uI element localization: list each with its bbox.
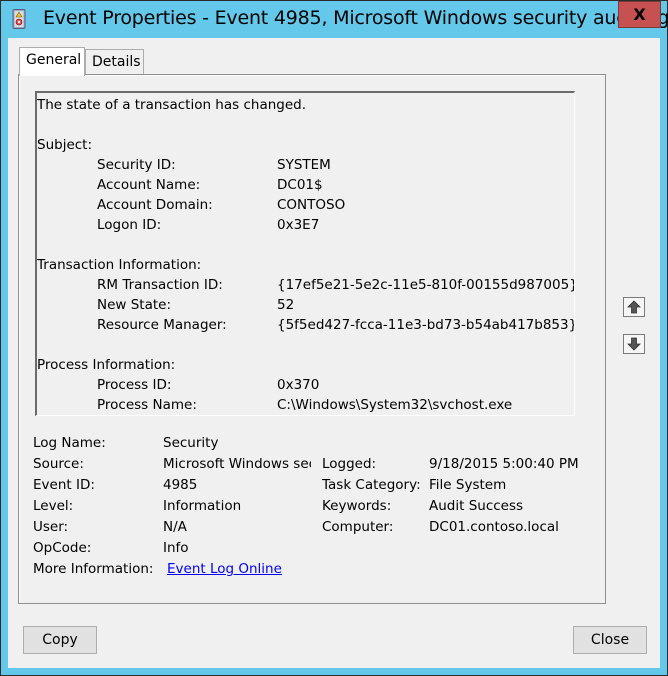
prop-value: 4985 [163, 477, 198, 493]
event-properties-left: Log Name: Security Source: Microsoft Windo… [33, 433, 333, 583]
prop-label: Log Name: [33, 435, 106, 451]
title-bar[interactable]: Event Properties - Event 4985, Microsoft… [1, 1, 668, 37]
prop-value: DC01.contoso.local [429, 519, 559, 535]
event-log-online-link[interactable]: Event Log Online [167, 559, 282, 580]
heading-text: Transaction Information: [37, 257, 202, 273]
close-label: Close [590, 632, 630, 648]
prop-label: Task Category: [322, 477, 421, 493]
prop-value: File System [429, 477, 507, 493]
previous-event-button[interactable] [623, 297, 645, 317]
field-value: DC01$ [277, 177, 323, 193]
copy-button[interactable]: Copy [23, 626, 97, 654]
dialog-client-area: General Details The state of a transacti… [8, 38, 660, 668]
event-properties-window: Event Properties - Event 4985, Microsoft… [0, 0, 668, 676]
field-value: 52 [277, 297, 295, 313]
prop-value: 9/18/2015 5:00:40 PM [429, 456, 579, 472]
field-label: Process Name: [97, 397, 197, 413]
copy-label: Copy [42, 632, 78, 648]
heading-text: Process Information: [37, 357, 176, 373]
prop-value: Microsoft Windows security auditing. [163, 456, 311, 472]
event-properties-right: Logged: 9/18/2015 5:00:40 PM Task Categor… [322, 454, 592, 544]
prop-value: Security [163, 435, 219, 451]
event-viewer-icon [12, 9, 26, 29]
prop-label: Logged: [322, 456, 377, 472]
prop-label: Keywords: [322, 498, 392, 514]
window-title: Event Properties - Event 4985, Microsoft… [43, 7, 668, 29]
tab-details[interactable]: Details [85, 49, 144, 75]
summary-text: The state of a transaction has changed. [37, 97, 307, 113]
prop-value: Info [163, 540, 189, 556]
section-heading-process: Process Information: [37, 355, 175, 375]
field-label: Account Name: [97, 177, 201, 193]
tab-details-label: Details [92, 54, 141, 70]
prop-label: OpCode: [33, 540, 92, 556]
arrow-down-icon [627, 337, 641, 351]
close-button[interactable]: Close [573, 626, 647, 654]
general-tab-panel: The state of a transaction has changed. … [18, 74, 606, 604]
prop-value: Audit Success [429, 498, 524, 514]
prop-label: Level: [33, 498, 74, 514]
field-value: 0x3E7 [277, 217, 320, 233]
field-label: Security ID: [97, 157, 176, 173]
field-value: C:\Windows\System32\svchost.exe [277, 397, 513, 413]
section-heading-transaction: Transaction Information: [37, 255, 201, 275]
next-event-button[interactable] [623, 334, 645, 354]
prop-label: User: [33, 519, 69, 535]
heading-text: Subject: [37, 137, 93, 153]
prop-label: Source: [33, 456, 84, 472]
prop-label: Event ID: [33, 477, 95, 493]
field-value: CONTOSO [277, 197, 346, 213]
field-label: New State: [97, 297, 172, 313]
field-label: Account Domain: [97, 197, 213, 213]
field-value: 0x370 [277, 377, 320, 393]
tab-general-label: General [26, 52, 82, 68]
prop-value: N/A [163, 519, 187, 535]
arrow-up-icon [627, 300, 641, 314]
section-heading-subject: Subject: [37, 135, 92, 155]
field-value: {5f5ed427-fcca-11e3-bd73-b54ab417b853} [277, 317, 575, 333]
field-label: Process ID: [97, 377, 172, 393]
field-label: Resource Manager: [97, 317, 227, 333]
event-description-box[interactable]: The state of a transaction has changed. … [35, 91, 575, 416]
description-summary: The state of a transaction has changed. [37, 95, 306, 115]
prop-label: More Information: [33, 561, 154, 577]
close-window-button[interactable]: X [618, 1, 661, 28]
prop-label: Computer: [322, 519, 394, 535]
prop-value: Information [163, 498, 242, 514]
field-label: RM Transaction ID: [97, 277, 223, 293]
field-value: {17ef5e21-5e2c-11e5-810f-00155d987005} [277, 277, 575, 293]
tab-general[interactable]: General [19, 47, 85, 76]
close-icon: X [633, 5, 646, 24]
field-label: Logon ID: [97, 217, 162, 233]
field-value: SYSTEM [277, 157, 331, 173]
